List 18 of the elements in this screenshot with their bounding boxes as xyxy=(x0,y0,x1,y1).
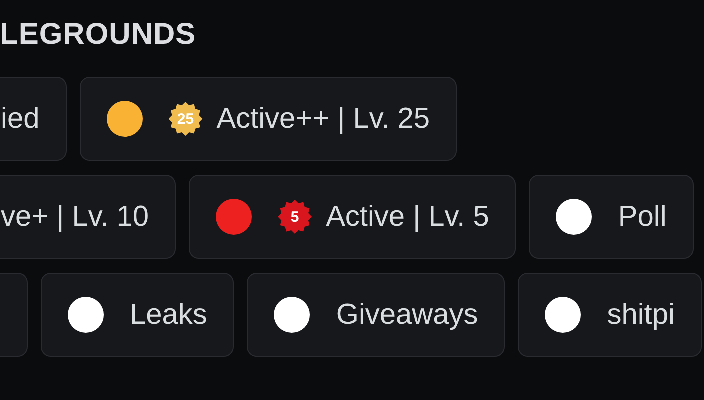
level-badge: 5 xyxy=(278,200,312,234)
role-chip[interactable]: Leaks xyxy=(41,273,234,357)
section-title: LEGROUNDS xyxy=(0,17,198,53)
role-chip[interactable]: Giveaways xyxy=(247,273,506,357)
role-chip[interactable]: Poll xyxy=(529,175,694,259)
role-label: Active | Lv. 5 xyxy=(326,200,490,234)
role-label: Poll xyxy=(618,200,667,234)
role-chip[interactable]: 5 Active | Lv. 5 xyxy=(189,175,516,259)
role-label: shitpi xyxy=(607,298,675,332)
role-label: Active++ | Lv. 25 xyxy=(216,102,430,136)
role-label: Leaks xyxy=(130,298,208,332)
role-label: Giveaways xyxy=(336,298,478,332)
role-chip[interactable]: ve+ | Lv. 10 xyxy=(0,175,176,259)
role-chip[interactable] xyxy=(0,273,28,357)
role-chip[interactable]: shitpi xyxy=(518,273,702,357)
role-chip[interactable]: 25 Active++ | Lv. 25 xyxy=(80,77,458,161)
role-chip[interactable]: ied xyxy=(0,77,67,161)
level-badge: 25 xyxy=(168,102,203,136)
